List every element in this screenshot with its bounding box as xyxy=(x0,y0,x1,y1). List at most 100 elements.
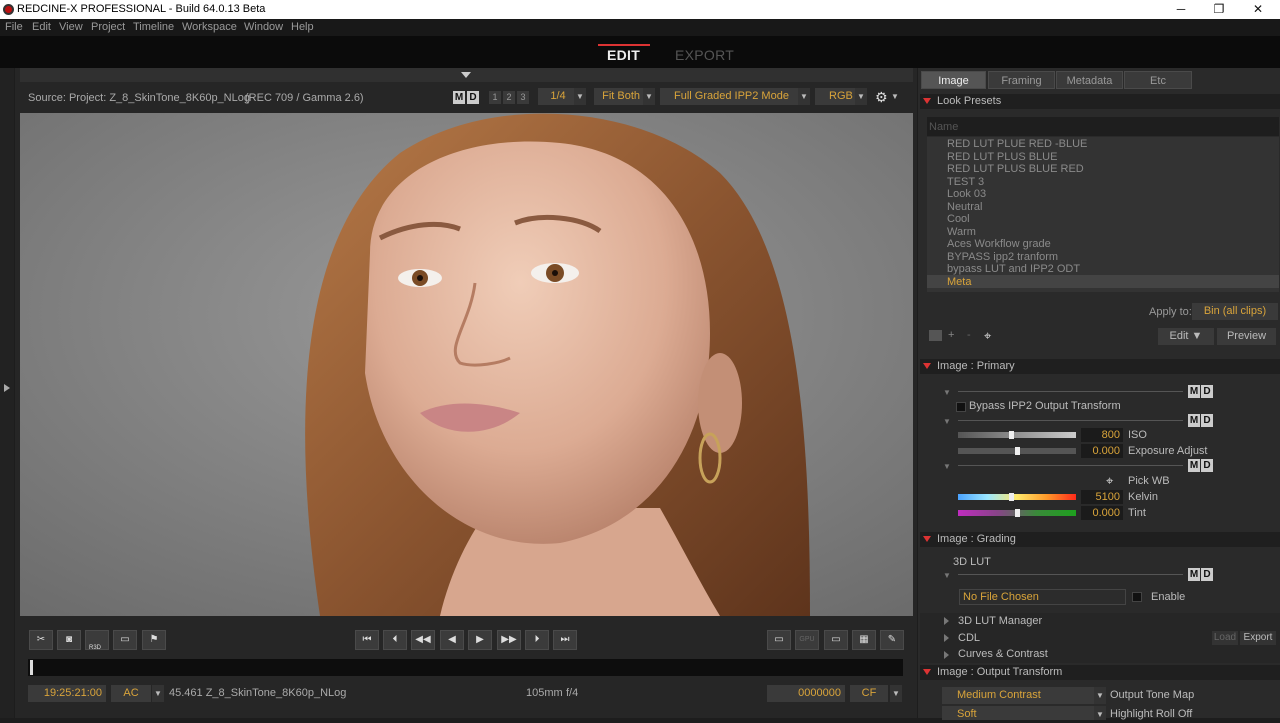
resolution-select[interactable]: 1/4 xyxy=(538,88,578,105)
tab-export[interactable]: EXPORT xyxy=(675,47,734,63)
preset-preview-button[interactable]: Preview xyxy=(1217,328,1276,345)
subsection-toggle-icon[interactable]: ▼ xyxy=(943,571,951,580)
preset-item[interactable]: BYPASS ipp2 tranform xyxy=(947,251,1058,263)
mode-dropdown-icon[interactable]: ▼ xyxy=(798,88,810,105)
camera-icon[interactable]: ◙ xyxy=(57,630,81,650)
preset-item[interactable]: Neutral xyxy=(947,201,982,213)
cdl-load-button[interactable]: Load xyxy=(1212,631,1238,645)
fast-forward-icon[interactable]: ▶▶ xyxy=(497,630,521,650)
pick-wb-label[interactable]: Pick WB xyxy=(1128,475,1170,487)
go-to-end-icon[interactable]: ⏭ xyxy=(553,630,577,650)
look-presets-header[interactable]: Look Presets xyxy=(920,94,1280,109)
iso-slider[interactable] xyxy=(958,432,1076,438)
lut-d-button[interactable]: D xyxy=(1201,568,1213,581)
fit-select[interactable]: Fit Both xyxy=(594,88,644,105)
settings-dropdown-icon[interactable]: ▼ xyxy=(891,92,899,101)
eyedropper-icon[interactable]: ⌖ xyxy=(1106,473,1113,489)
tab-metadata[interactable]: Metadata xyxy=(1056,71,1123,89)
expand-arrow-icon[interactable] xyxy=(4,384,10,392)
frame-display[interactable]: 0000000 xyxy=(767,685,845,702)
tonemap-select[interactable]: Medium Contrast xyxy=(942,687,1094,704)
fit-dropdown-icon[interactable]: ▼ xyxy=(643,88,655,105)
menu-file[interactable]: File xyxy=(5,21,23,33)
lut-enable-checkbox[interactable] xyxy=(1132,592,1142,602)
preview-window-icon[interactable]: ▭ xyxy=(113,630,137,650)
subsection-toggle-icon[interactable]: ▼ xyxy=(943,417,951,426)
cdl-export-button[interactable]: Export xyxy=(1240,631,1276,645)
tab-edit[interactable]: EDIT xyxy=(607,47,640,63)
curves-row[interactable]: Curves & Contrast xyxy=(920,647,1280,663)
tonemap-dropdown-icon[interactable]: ▼ xyxy=(1094,687,1106,704)
ac-dropdown-icon[interactable]: ▼ xyxy=(152,685,164,702)
primary-m-button[interactable]: M xyxy=(1188,385,1200,398)
aspect-icon[interactable]: ▭ xyxy=(824,630,848,650)
kelvin-value[interactable]: 5100 xyxy=(1081,490,1123,504)
iso-value[interactable]: 800 xyxy=(1081,428,1123,442)
iso-slider-knob[interactable] xyxy=(1009,431,1015,439)
menu-view[interactable]: View xyxy=(59,21,83,33)
menu-window[interactable]: Window xyxy=(244,21,283,33)
preset-item[interactable]: RED LUT PLUS BLUE xyxy=(947,151,1057,163)
preset-item[interactable]: Look 03 xyxy=(947,188,986,200)
wb-m-button[interactable]: M xyxy=(1188,459,1200,472)
preset-item[interactable]: RED LUT PLUS BLUE RED xyxy=(947,163,1084,175)
bypass-checkbox[interactable] xyxy=(956,402,966,412)
lut-m-button[interactable]: M xyxy=(1188,568,1200,581)
view-3-button[interactable]: 3 xyxy=(517,91,529,104)
preset-name-header[interactable]: Name xyxy=(927,117,1279,136)
preset-item[interactable]: RED LUT PLUE RED -BLUE xyxy=(947,138,1087,150)
channel-select[interactable]: RGB xyxy=(815,88,855,105)
subsection-toggle-icon[interactable]: ▼ xyxy=(943,462,951,471)
channel-dropdown-icon[interactable]: ▼ xyxy=(855,88,867,105)
crosshair-icon[interactable]: ⌖ xyxy=(984,328,991,344)
preset-item[interactable]: TEST 3 xyxy=(947,176,984,188)
image-grading-header[interactable]: Image : Grading xyxy=(920,532,1280,547)
edit-tool-icon[interactable]: ✎ xyxy=(880,630,904,650)
mode-select[interactable]: Full Graded IPP2 Mode xyxy=(660,88,798,105)
go-to-start-icon[interactable]: ⏮ xyxy=(355,630,379,650)
preset-item[interactable]: Cool xyxy=(947,213,970,225)
output-transform-header[interactable]: Image : Output Transform xyxy=(920,665,1280,680)
tab-image[interactable]: Image xyxy=(921,71,986,89)
left-panel-collapsed[interactable] xyxy=(0,68,14,718)
kelvin-slider-knob[interactable] xyxy=(1009,493,1015,501)
r3d-snapshot-icon[interactable]: R3D xyxy=(85,630,109,651)
tab-framing[interactable]: Framing xyxy=(988,71,1055,89)
rewind-icon[interactable]: ◀◀ xyxy=(411,630,435,650)
rolloff-dropdown-icon[interactable]: ▼ xyxy=(1094,706,1106,720)
tint-value[interactable]: 0.000 xyxy=(1081,506,1123,520)
play-icon[interactable]: ▶ xyxy=(468,630,492,650)
menu-workspace[interactable]: Workspace xyxy=(182,21,237,33)
iso-m-button[interactable]: M xyxy=(1188,414,1200,427)
menu-timeline[interactable]: Timeline xyxy=(133,21,174,33)
lut-file-field[interactable]: No File Chosen xyxy=(959,589,1126,605)
next-clip-icon[interactable]: ⏵ xyxy=(525,630,549,650)
wb-d-button[interactable]: D xyxy=(1201,459,1213,472)
flag-icon[interactable]: ⚑ xyxy=(142,630,166,650)
metadata-m-button[interactable]: M xyxy=(453,91,465,104)
cf-select[interactable]: CF xyxy=(850,685,888,702)
exposure-slider-knob[interactable] xyxy=(1015,447,1020,455)
tab-etc[interactable]: Etc xyxy=(1124,71,1192,89)
primary-d-button[interactable]: D xyxy=(1201,385,1213,398)
gpu-icon[interactable]: GPU xyxy=(795,630,819,650)
ac-select[interactable]: AC xyxy=(111,685,151,702)
viewer-top-collapse-bar[interactable] xyxy=(20,68,913,82)
resolution-dropdown-icon[interactable]: ▼ xyxy=(574,88,586,105)
trim-tool-icon[interactable]: ✂ xyxy=(29,630,53,650)
timecode-display[interactable]: 19:25:21:00 xyxy=(28,685,106,702)
subsection-toggle-icon[interactable]: ▼ xyxy=(943,388,951,397)
remove-preset-icon[interactable]: - xyxy=(967,329,971,341)
apply-to-select[interactable]: Bin (all clips) xyxy=(1192,303,1278,320)
add-preset-icon[interactable]: + xyxy=(948,329,954,341)
view-2-button[interactable]: 2 xyxy=(503,91,515,104)
metadata-d-button[interactable]: D xyxy=(467,91,479,104)
collapse-down-icon[interactable] xyxy=(461,72,471,78)
cf-dropdown-icon[interactable]: ▼ xyxy=(890,685,902,702)
cdl-row[interactable]: CDL Load Export xyxy=(920,630,1280,647)
playhead[interactable] xyxy=(30,660,33,675)
maximize-button[interactable]: ❐ xyxy=(1204,1,1234,18)
monitor-icon[interactable]: ▭ xyxy=(767,630,791,650)
view-1-button[interactable]: 1 xyxy=(489,91,501,104)
previous-clip-icon[interactable]: ⏴ xyxy=(383,630,407,650)
